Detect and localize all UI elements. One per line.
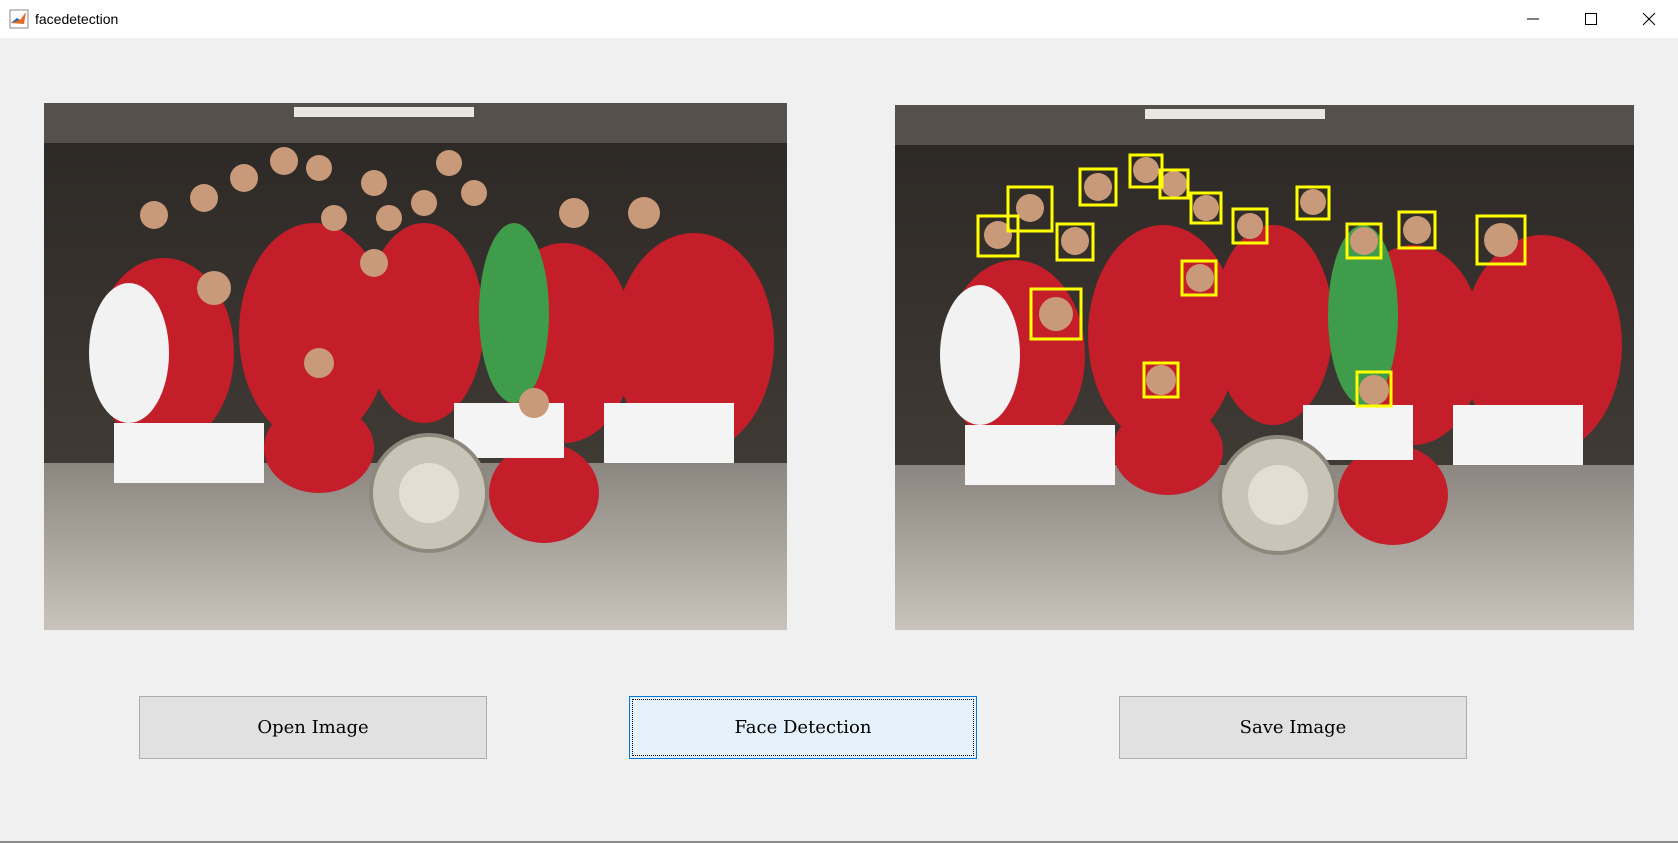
close-button[interactable]	[1620, 0, 1678, 38]
title-bar: facedetection	[0, 0, 1678, 38]
save-image-button[interactable]: Save Image	[1119, 696, 1467, 759]
minimize-button[interactable]	[1504, 0, 1562, 38]
open-image-button[interactable]: Open Image	[139, 696, 487, 759]
detected-image	[895, 105, 1634, 630]
original-image	[44, 103, 787, 630]
minimize-icon	[1527, 18, 1539, 20]
matlab-icon	[9, 9, 29, 29]
maximize-button[interactable]	[1562, 0, 1620, 38]
maximize-icon	[1585, 13, 1597, 25]
face-detection-button[interactable]: Face Detection	[629, 696, 977, 759]
close-icon	[1642, 12, 1656, 26]
window-title: facedetection	[35, 11, 119, 27]
